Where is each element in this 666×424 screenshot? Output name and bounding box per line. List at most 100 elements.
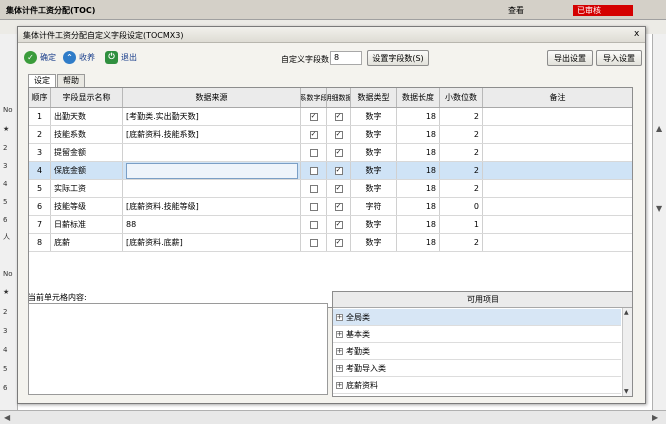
expand-plus-icon[interactable]: + [336,330,343,338]
table-row[interactable]: 5 实际工资 ✓ 数字 18 2 [29,180,632,198]
cell-source[interactable] [123,180,301,197]
scroll-up-icon[interactable]: ▲ [624,309,629,316]
cell-decimals[interactable]: 2 [440,108,483,125]
cell-order[interactable]: 5 [29,180,51,197]
cell-order[interactable]: 6 [29,198,51,215]
scroll-down-icon[interactable]: ▼ [656,204,662,213]
detail-checkbox[interactable]: ✓ [334,148,343,157]
tab-settings[interactable]: 设定 [28,74,56,87]
cell-display-name[interactable]: 出勤天数 [51,108,123,125]
cell-note[interactable] [483,180,632,197]
cell-data-length[interactable]: 18 [397,198,440,215]
cell-note[interactable] [483,144,632,161]
export-settings-button[interactable]: 导出设置 [547,50,593,66]
background-right-scrollbar[interactable]: ▲ ▼ [652,34,666,424]
cell-display-name[interactable]: 日薪标准 [51,216,123,233]
coef-checkbox[interactable] [309,220,318,229]
cell-source[interactable]: [底薪资料.技能系数] [123,126,301,143]
cell-note[interactable] [483,216,632,233]
cell-data-type[interactable]: 数字 [351,180,397,197]
cell-order[interactable]: 2 [29,126,51,143]
cell-note[interactable] [483,198,632,215]
cell-order[interactable]: 3 [29,144,51,161]
exit-button[interactable]: ⏻ 退出 [105,48,137,66]
detail-checkbox[interactable]: ✓ [334,238,343,247]
background-horizontal-scrollbar[interactable]: ◀ ▶ [0,410,666,424]
expand-plus-icon[interactable]: + [336,313,343,321]
close-icon[interactable]: x [634,29,639,39]
cell-decimals[interactable]: 2 [440,162,483,179]
available-item[interactable]: + 底薪资料 [333,377,621,394]
detail-checkbox[interactable]: ✓ [334,184,343,193]
cell-decimals[interactable]: 0 [440,198,483,215]
ok-button[interactable]: ✓ 确定 [24,48,56,66]
expand-plus-icon[interactable]: + [336,364,343,372]
cell-data-type[interactable]: 数字 [351,108,397,125]
cell-data-type[interactable]: 数字 [351,144,397,161]
coef-checkbox[interactable] [309,166,318,175]
cell-data-type[interactable]: 数字 [351,216,397,233]
cell-note[interactable] [483,234,632,251]
cell-decimals[interactable]: 2 [440,180,483,197]
cell-data-type[interactable]: 字符 [351,198,397,215]
view-label[interactable]: 查看 [508,5,524,16]
detail-checkbox[interactable]: ✓ [334,220,343,229]
available-item[interactable]: + 全局类 [333,309,621,326]
cell-content-area[interactable] [28,303,328,395]
cell-data-type[interactable]: 数字 [351,234,397,251]
cell-order[interactable]: 8 [29,234,51,251]
cell-display-name[interactable]: 提留金额 [51,144,123,161]
coef-checkbox[interactable]: ✓ [309,130,318,139]
cell-decimals[interactable]: 2 [440,126,483,143]
expand-plus-icon[interactable]: + [336,381,343,389]
coef-checkbox[interactable]: ✓ [309,112,318,121]
cell-display-name[interactable]: 技能系数 [51,126,123,143]
table-row[interactable]: 3 提留金额 ✓ 数字 18 2 [29,144,632,162]
coef-checkbox[interactable] [309,238,318,247]
field-count-input[interactable]: 8 [330,51,362,65]
cell-decimals[interactable]: 2 [440,144,483,161]
cell-display-name[interactable]: 底薪 [51,234,123,251]
table-row[interactable]: 4 保底金额 ✓ 数字 18 2 [29,162,632,180]
cell-order[interactable]: 1 [29,108,51,125]
cell-data-length[interactable]: 18 [397,216,440,233]
detail-checkbox[interactable]: ✓ [334,202,343,211]
scroll-up-icon[interactable]: ▲ [656,124,662,133]
table-row[interactable]: 1 出勤天数 [考勤类.实出勤天数] ✓ ✓ 数字 18 2 [29,108,632,126]
cell-data-length[interactable]: 18 [397,234,440,251]
coef-checkbox[interactable] [309,184,318,193]
detail-checkbox[interactable]: ✓ [334,112,343,121]
import-settings-button[interactable]: 导入设置 [596,50,642,66]
available-item[interactable]: + 基本类 [333,326,621,343]
cell-data-length[interactable]: 18 [397,162,440,179]
scroll-left-icon[interactable]: ◀ [4,413,10,422]
scroll-down-icon[interactable]: ▼ [624,388,629,395]
cell-data-type[interactable]: 数字 [351,126,397,143]
cell-source[interactable]: [底薪资料.底薪] [123,234,301,251]
detail-checkbox[interactable]: ✓ [334,130,343,139]
cell-order[interactable]: 4 [29,162,51,179]
cell-source[interactable]: 88 [123,216,301,233]
cell-data-length[interactable]: 18 [397,180,440,197]
cell-note[interactable] [483,162,632,179]
cell-source[interactable] [123,144,301,161]
scroll-right-icon[interactable]: ▶ [652,413,658,422]
cell-data-length[interactable]: 18 [397,144,440,161]
cell-data-length[interactable]: 18 [397,108,440,125]
available-item[interactable]: + 考勤类 [333,343,621,360]
table-row[interactable]: 7 日薪标准 88 ✓ 数字 18 1 [29,216,632,234]
source-edit-box[interactable] [126,163,298,179]
table-row[interactable]: 2 技能系数 [底薪资料.技能系数] ✓ ✓ 数字 18 2 [29,126,632,144]
cell-decimals[interactable]: 1 [440,216,483,233]
cell-data-length[interactable]: 18 [397,126,440,143]
cell-source[interactable]: [底薪资料.技能等级] [123,198,301,215]
cell-display-name[interactable]: 实际工资 [51,180,123,197]
cell-display-name[interactable]: 保底金额 [51,162,123,179]
cell-source[interactable]: [考勤类.实出勤天数] [123,108,301,125]
cell-decimals[interactable]: 2 [440,234,483,251]
detail-checkbox[interactable]: ✓ [334,166,343,175]
available-items-scrollbar[interactable]: ▲ ▼ [622,308,632,396]
cell-display-name[interactable]: 技能等级 [51,198,123,215]
table-row[interactable]: 6 技能等级 [底薪资料.技能等级] ✓ 字符 18 0 [29,198,632,216]
cell-note[interactable] [483,108,632,125]
